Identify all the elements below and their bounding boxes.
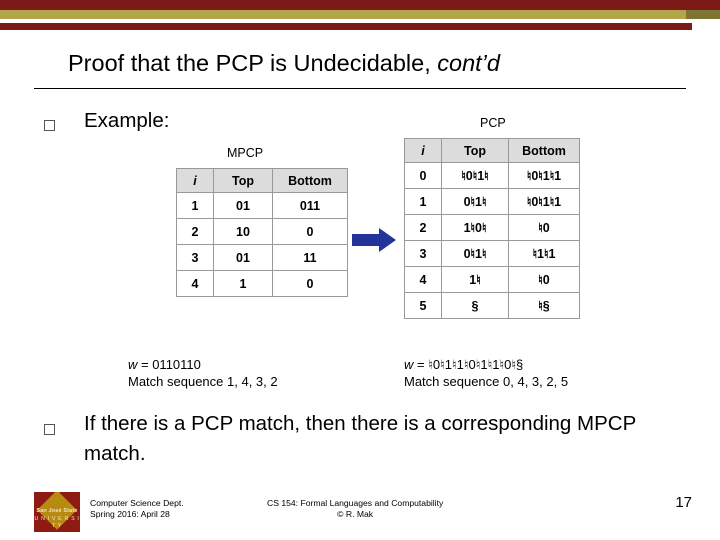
pcp-cell-i: 4 — [404, 266, 442, 293]
pcp-cell-i: 1 — [404, 188, 442, 215]
mpcp-header-bottom: Bottom — [272, 168, 348, 193]
pcp-cell-i: 5 — [404, 292, 442, 319]
table-row: 5 § ♮§ — [404, 292, 580, 319]
mpcp-cell-bottom: 0 — [272, 270, 348, 297]
pcp-header-i: i — [404, 138, 442, 163]
pcp-cell-bottom: ♮0♮1♮1 — [508, 162, 580, 189]
footer-left: Computer Science Dept. Spring 2016: Apri… — [90, 498, 184, 520]
mpcp-table-caption: MPCP — [227, 146, 264, 160]
table-row: 2 1♮0♮ ♮0 — [404, 214, 580, 241]
arrow-head — [379, 228, 396, 252]
mpcp-note: w = 0110110 Match sequence 1, 4, 3, 2 — [128, 356, 278, 390]
mpcp-cell-bottom: 011 — [272, 192, 348, 219]
logo-university: U N I V E R S I T Y — [34, 516, 80, 529]
right-arrow-icon — [352, 228, 396, 252]
arrow-shaft — [352, 234, 380, 246]
page-number: 17 — [675, 494, 692, 511]
pcp-cell-i: 2 — [404, 214, 442, 241]
mpcp-cell-bottom: 11 — [272, 244, 348, 271]
mpcp-cell-bottom: 0 — [272, 218, 348, 245]
page-title-italic: cont’d — [437, 50, 500, 76]
footer-course: CS 154: Formal Languages and Computabili… — [267, 498, 444, 508]
footer-copyright: © R. Mak — [337, 509, 374, 519]
pcp-cell-bottom: ♮0 — [508, 266, 580, 293]
pcp-cell-top: 0♮1♮ — [441, 240, 509, 267]
footer-center: CS 154: Formal Languages and Computabili… — [267, 498, 443, 520]
pcp-cell-bottom: ♮1♮1 — [508, 240, 580, 267]
mpcp-cell-top: 01 — [213, 192, 273, 219]
bullet-conclusion-label: If there is a PCP match, then there is a… — [84, 412, 636, 465]
bullet-example-label: Example: — [84, 109, 170, 132]
table-row: 1 01 011 — [176, 192, 348, 219]
table-row: 1 0♮1♮ ♮0♮1♮1 — [404, 188, 580, 215]
mpcp-header-top: Top — [213, 168, 273, 193]
pcp-cell-i: 0 — [404, 162, 442, 189]
pcp-note-w-value: = ♮0♮1♮1♮0♮1♮1♮0♮§ — [413, 357, 524, 372]
pcp-note-match: Match sequence 0, 4, 3, 2, 5 — [404, 374, 569, 389]
mpcp-note-w-line: w = 0110110 — [128, 356, 278, 373]
pcp-cell-top: 1♮0♮ — [441, 214, 509, 241]
mpcp-cell-i: 3 — [176, 244, 214, 271]
pcp-header-top: Top — [441, 138, 509, 163]
mpcp-cell-top: 01 — [213, 244, 273, 271]
pcp-note: w = ♮0♮1♮1♮0♮1♮1♮0♮§ Match sequence 0, 4… — [404, 356, 568, 390]
pcp-table-caption: PCP — [480, 116, 506, 130]
footer-term: Spring 2016: April 28 — [90, 509, 170, 519]
table-row: 3 01 11 — [176, 244, 348, 271]
top-gold-bar — [0, 10, 686, 19]
university-logo: San José State U N I V E R S I T Y — [34, 492, 80, 532]
table-row: 2 10 0 — [176, 218, 348, 245]
pcp-cell-bottom: ♮0 — [508, 214, 580, 241]
table-row: 4 1♮ ♮0 — [404, 266, 580, 293]
pcp-table: i Top Bottom 0 ♮0♮1♮ ♮0♮1♮1 1 0♮1♮ ♮0♮1♮… — [404, 138, 580, 319]
table-row: 3 0♮1♮ ♮1♮1 — [404, 240, 580, 267]
top-maroon-bar-2 — [0, 23, 692, 30]
page-title-main: Proof that the PCP is Undecidable, — [68, 50, 438, 76]
mpcp-header-row: i Top Bottom — [176, 168, 348, 193]
mpcp-note-w-value: = 0110110 — [137, 357, 201, 372]
pcp-cell-top: ♮0♮1♮ — [441, 162, 509, 189]
pcp-cell-i: 3 — [404, 240, 442, 267]
pcp-cell-top: 1♮ — [441, 266, 509, 293]
mpcp-cell-top: 1 — [213, 270, 273, 297]
mpcp-cell-top: 10 — [213, 218, 273, 245]
mpcp-header-i: i — [176, 168, 214, 193]
top-gold-bar-end — [686, 10, 720, 19]
pcp-cell-bottom: ♮0♮1♮1 — [508, 188, 580, 215]
pcp-cell-top: § — [441, 292, 509, 319]
top-maroon-bar — [0, 0, 720, 10]
pcp-note-w-label: w — [404, 357, 414, 372]
page-title: Proof that the PCP is Undecidable, cont’… — [68, 50, 688, 77]
pcp-header-row: i Top Bottom — [404, 138, 580, 163]
title-divider — [34, 88, 686, 89]
mpcp-cell-i: 2 — [176, 218, 214, 245]
mpcp-note-match: Match sequence 1, 4, 3, 2 — [128, 374, 278, 389]
table-row: 0 ♮0♮1♮ ♮0♮1♮1 — [404, 162, 580, 189]
mpcp-note-w-label: w — [128, 357, 138, 372]
logo-name: San José State — [36, 508, 78, 514]
pcp-cell-top: 0♮1♮ — [441, 188, 509, 215]
mpcp-cell-i: 4 — [176, 270, 214, 297]
mpcp-table: i Top Bottom 1 01 011 2 10 0 3 01 11 4 1… — [176, 168, 348, 297]
footer-dept: Computer Science Dept. — [90, 498, 184, 508]
bullet-marker-conclusion — [44, 424, 55, 435]
pcp-note-w-line: w = ♮0♮1♮1♮0♮1♮1♮0♮§ — [404, 356, 568, 373]
mpcp-cell-i: 1 — [176, 192, 214, 219]
pcp-header-bottom: Bottom — [508, 138, 580, 163]
pcp-cell-bottom: ♮§ — [508, 292, 580, 319]
bullet-marker-example — [44, 120, 55, 131]
table-row: 4 1 0 — [176, 270, 348, 297]
